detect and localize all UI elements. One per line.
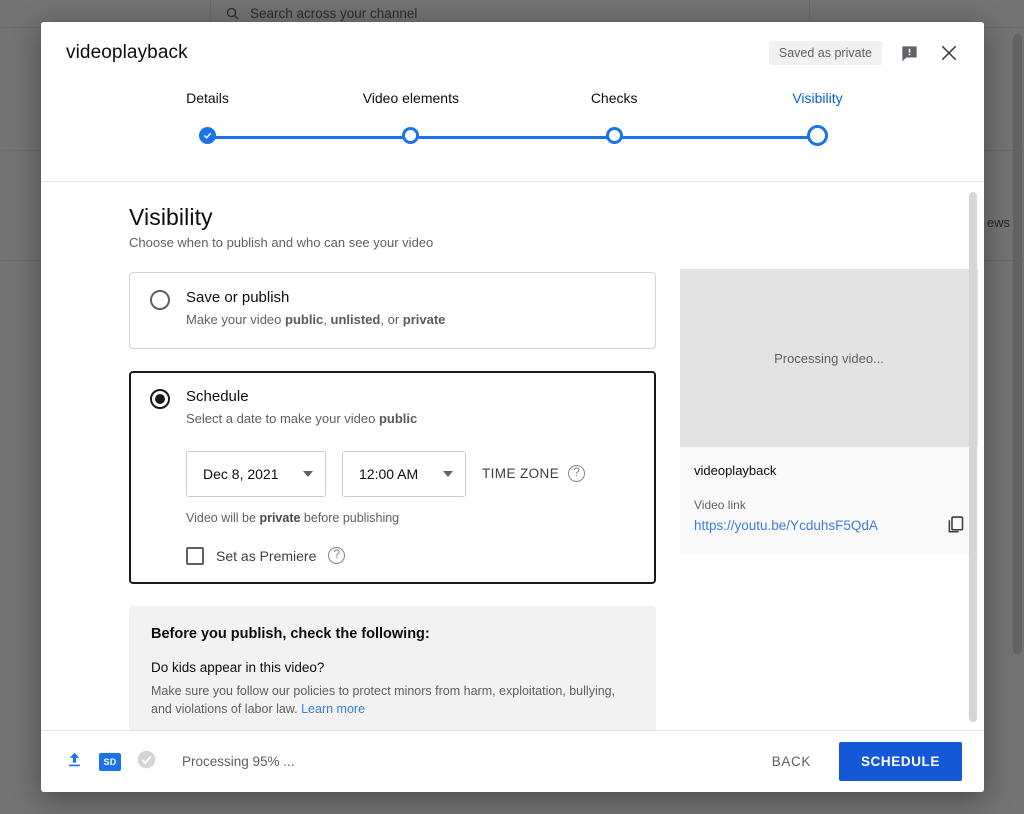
- status-badge: Saved as private: [768, 41, 882, 65]
- timezone-label: TIME ZONE: [482, 466, 560, 482]
- dialog-title: videoplayback: [66, 42, 188, 63]
- desc-sep1: ,: [323, 312, 331, 327]
- close-icon[interactable]: [936, 40, 962, 66]
- schedule-button[interactable]: SCHEDULE: [838, 742, 962, 781]
- timezone-group[interactable]: TIME ZONE ?: [482, 465, 586, 483]
- step-label-video-elements[interactable]: Video elements: [346, 90, 476, 106]
- desc-sep2: , or: [380, 312, 403, 327]
- desc-unlisted: unlisted: [330, 312, 381, 327]
- copy-icon[interactable]: [940, 509, 970, 539]
- premiere-label: Set as Premiere: [216, 547, 317, 564]
- video-preview-column: Processing video... videoplayback Video …: [680, 204, 978, 730]
- dialog-footer: SD Processing 95% ... BACK SCHEDULE: [41, 730, 984, 792]
- check-circle-icon: [136, 749, 157, 775]
- note-prefix: Video will be: [186, 510, 260, 525]
- video-thumbnail-placeholder: Processing video...: [680, 269, 978, 447]
- check-question: Do kids appear in this video?: [151, 659, 325, 675]
- check-icon: [203, 132, 212, 139]
- screen: Search across your channel ews videoplay…: [0, 0, 1024, 814]
- schedule-desc-public: public: [378, 410, 418, 426]
- step-label-visibility[interactable]: Visibility: [752, 90, 882, 106]
- upload-icon: [65, 750, 84, 774]
- processing-text: Processing video...: [774, 350, 884, 366]
- note-suffix: before publishing: [300, 510, 400, 525]
- before-publish-title: Before you publish, check the following:: [151, 625, 430, 642]
- learn-more-link[interactable]: Learn more: [301, 702, 365, 716]
- video-link-label: Video link: [694, 498, 746, 512]
- video-preview-card: Processing video... videoplayback Video …: [680, 269, 978, 555]
- video-link[interactable]: https://youtu.be/YcduhsF5QdA: [694, 518, 878, 533]
- step-label-details[interactable]: Details: [143, 90, 273, 106]
- feedback-icon[interactable]: [896, 40, 922, 66]
- quality-badge: SD: [99, 752, 121, 771]
- before-publish-panel: Before you publish, check the following:…: [129, 605, 656, 730]
- save-or-publish-title: Save or publish: [186, 289, 290, 306]
- chevron-down-icon: [443, 470, 453, 477]
- page-subtitle: Choose when to publish and who can see y…: [129, 235, 434, 250]
- schedule-time-value: 12:00 AM: [359, 465, 419, 482]
- schedule-title: Schedule: [186, 387, 249, 405]
- option-save-or-publish[interactable]: Save or publish Make your video public, …: [129, 272, 656, 349]
- desc-prefix: Make your video: [186, 312, 285, 327]
- radio-save-or-publish[interactable]: [150, 290, 170, 310]
- step-dot-details[interactable]: [143, 127, 273, 144]
- footer-actions: BACK SCHEDULE: [766, 742, 962, 781]
- chevron-down-icon: [303, 470, 313, 477]
- checkbox-set-as-premiere[interactable]: [186, 546, 204, 565]
- schedule-desc-prefix: Select a date to make your video: [186, 410, 379, 426]
- upload-status-group: SD Processing 95% ...: [65, 749, 295, 775]
- preview-filename: videoplayback: [694, 463, 777, 478]
- schedule-date-select[interactable]: Dec 8, 2021: [186, 450, 326, 497]
- desc-private: private: [402, 312, 446, 327]
- step-dot-visibility[interactable]: [752, 125, 882, 146]
- desc-public: public: [285, 312, 324, 327]
- radio-schedule[interactable]: [150, 388, 170, 409]
- help-icon[interactable]: ?: [568, 465, 586, 483]
- dialog-header-actions: Saved as private: [768, 40, 962, 66]
- note-private: private: [259, 510, 301, 525]
- step-dot-video-elements[interactable]: [346, 127, 476, 144]
- schedule-time-select[interactable]: 12:00 AM: [342, 450, 466, 497]
- processing-status: Processing 95% ...: [182, 754, 295, 769]
- check-answer: Make sure you follow our policies to pro…: [151, 682, 634, 720]
- page-title: Visibility: [129, 204, 213, 230]
- dialog-body: Visibility Choose when to publish and wh…: [41, 182, 984, 730]
- option-schedule[interactable]: Schedule Select a date to make your vide…: [129, 370, 656, 584]
- save-or-publish-description: Make your video public, unlisted, or pri…: [186, 311, 445, 330]
- dialog-header: videoplayback Saved as private: [41, 22, 984, 84]
- step-dot-checks[interactable]: [549, 127, 679, 144]
- help-icon[interactable]: ?: [328, 547, 346, 565]
- premiere-row[interactable]: Set as Premiere ?: [186, 546, 637, 565]
- step-label-checks[interactable]: Checks: [549, 90, 679, 106]
- check-answer-text: Make sure you follow our policies to pro…: [151, 683, 616, 717]
- upload-stepper: Details Video elements Checks Visibility: [41, 84, 984, 182]
- schedule-note: Video will be private before publishing: [186, 511, 637, 525]
- schedule-description: Select a date to make your video public: [186, 410, 417, 429]
- visibility-left-column: Visibility Choose when to publish and wh…: [129, 204, 656, 730]
- back-button[interactable]: BACK: [766, 746, 817, 777]
- schedule-date-value: Dec 8, 2021: [203, 465, 279, 482]
- upload-dialog: videoplayback Saved as private Details V…: [41, 22, 984, 792]
